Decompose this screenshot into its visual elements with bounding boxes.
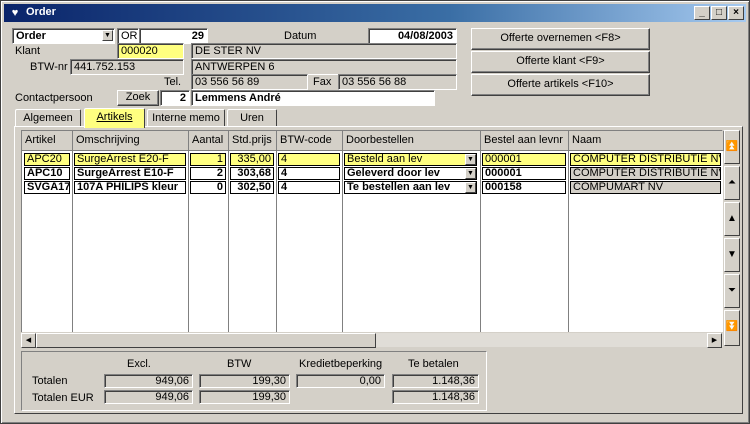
order-window: ♥ Order _ □ × Order ▼ OR 29 Datum 04/08/… xyxy=(0,0,750,424)
col-bestel-levnr[interactable]: Bestel aan levnr xyxy=(481,131,569,151)
row2-doorbestellen[interactable]: Geleverd door lev xyxy=(344,167,477,180)
row1-doorbestellen[interactable]: Besteld aan lev xyxy=(344,153,477,166)
tab-artikels[interactable]: Artikels xyxy=(84,108,145,128)
offerte-overnemen-button[interactable]: Offerte overnemen <F8> xyxy=(471,28,650,50)
row2-aantal[interactable]: 2 xyxy=(190,167,226,180)
minimize-button[interactable]: _ xyxy=(694,6,710,20)
totalen-eur-tebetalen: 1.148,36 xyxy=(392,390,479,404)
maximize-button[interactable]: □ xyxy=(711,6,727,20)
zoek-button[interactable]: Zoek xyxy=(117,90,159,106)
row2-levnr[interactable]: 000001 xyxy=(482,167,566,180)
horizontal-scrollbar[interactable]: ◀ ▶ xyxy=(21,332,723,348)
artikels-table: Artikel Omschrijving Aantal Std.prijs BT… xyxy=(21,130,724,347)
page-down-icon[interactable]: ⏷ xyxy=(724,274,740,308)
row3-aantal[interactable]: 0 xyxy=(190,181,226,194)
row2-omschrijving[interactable]: SurgeArrest E10-F xyxy=(74,167,186,180)
row3-levnr[interactable]: 000158 xyxy=(482,181,566,194)
totalen-eur-btw: 199,30 xyxy=(199,390,290,404)
col-aantal[interactable]: Aantal xyxy=(189,131,229,151)
klant-city-field: ANTWERPEN 6 xyxy=(191,59,457,75)
fax-field: 03 556 56 88 xyxy=(338,74,457,90)
tab-algemeen[interactable]: Algemeen xyxy=(15,109,81,127)
totals-header-krediet: Kredietbeperking xyxy=(299,358,383,370)
offerte-artikels-button[interactable]: Offerte artikels <F10> xyxy=(471,74,650,96)
row1-prijs[interactable]: 335,00 xyxy=(230,153,274,166)
col-omschrijving[interactable]: Omschrijving xyxy=(73,131,189,151)
doc-prefix-field[interactable]: OR xyxy=(117,28,139,44)
row3-artikel[interactable]: SVGA17 xyxy=(24,181,70,194)
col-stdprijs[interactable]: Std.prijs xyxy=(229,131,277,151)
klant-name-field: DE STER NV xyxy=(191,43,457,59)
row3-dropdown-icon[interactable]: ▼ xyxy=(465,182,476,193)
datum-field[interactable]: 04/08/2003 xyxy=(368,28,457,44)
row2-dropdown-icon[interactable]: ▼ xyxy=(465,168,476,179)
row1-dropdown-icon[interactable]: ▼ xyxy=(465,154,476,165)
col-artikel[interactable]: Artikel xyxy=(22,131,73,151)
record-up-icon[interactable]: ▲ xyxy=(724,202,740,236)
btw-label: BTW-nr xyxy=(30,61,68,73)
totals-panel: Excl. BTW Kredietbeperking Te betalen To… xyxy=(21,351,487,411)
scroll-left-icon[interactable]: ◀ xyxy=(21,333,36,348)
col-btwcode[interactable]: BTW-code xyxy=(277,131,343,151)
window-title: Order xyxy=(26,6,56,18)
totals-header-excl: Excl. xyxy=(127,358,151,370)
tel-field: 03 556 56 89 xyxy=(191,74,308,90)
title-bar[interactable]: ♥ Order _ □ × xyxy=(4,4,746,22)
btw-field: 441.752.153 xyxy=(70,59,184,75)
totals-header-btw: BTW xyxy=(227,358,252,370)
totalen-btw: 199,30 xyxy=(199,374,290,388)
close-button[interactable]: × xyxy=(728,6,744,20)
fax-label: Fax xyxy=(313,76,332,88)
doc-number-field[interactable]: 29 xyxy=(139,28,208,44)
last-record-icon[interactable]: ⏬ xyxy=(724,310,740,346)
totalen-label: Totalen xyxy=(32,375,68,387)
scroll-right-icon[interactable]: ▶ xyxy=(707,333,722,348)
row3-naam: COMPUMART NV xyxy=(570,181,721,194)
tab-artikels-label: Artikels xyxy=(96,111,133,123)
totalen-krediet: 0,00 xyxy=(296,374,385,388)
scroll-thumb[interactable] xyxy=(36,333,376,348)
tab-uren[interactable]: Uren xyxy=(227,109,277,127)
row1-omschrijving[interactable]: SurgeArrest E20-F xyxy=(74,153,186,166)
row1-levnr[interactable]: 000001 xyxy=(482,153,566,166)
col-naam[interactable]: Naam xyxy=(569,131,724,151)
tab-interne-memo[interactable]: Interne memo xyxy=(147,109,225,127)
datum-label: Datum xyxy=(284,30,317,42)
row1-naam: COMPUTER DISTRIBUTIE NV xyxy=(570,153,721,166)
totalen-excl: 949,06 xyxy=(104,374,193,388)
page-up-icon[interactable]: ⏶ xyxy=(724,166,740,200)
row3-btw[interactable]: 4 xyxy=(278,181,340,194)
row2-btw[interactable]: 4 xyxy=(278,167,340,180)
row3-doorbestellen[interactable]: Te bestellen aan lev xyxy=(344,181,477,194)
record-down-icon[interactable]: ▼ xyxy=(724,238,740,272)
row3-prijs[interactable]: 302,50 xyxy=(230,181,274,194)
totals-header-tebetalen: Te betalen xyxy=(408,358,459,370)
klant-code-field[interactable]: 000020 xyxy=(117,43,184,59)
contact-label: Contactpersoon xyxy=(15,92,93,104)
doc-type-value: Order xyxy=(16,30,46,42)
col-doorbestellen[interactable]: Doorbestellen xyxy=(343,131,481,151)
totalen-eur-label: Totalen EUR xyxy=(32,392,94,404)
doc-type-dropdown-icon[interactable]: ▼ xyxy=(102,30,113,41)
offerte-klant-button[interactable]: Offerte klant <F9> xyxy=(471,51,650,73)
contact-name-field[interactable]: Lemmens André xyxy=(191,90,435,106)
row2-prijs[interactable]: 303,68 xyxy=(230,167,274,180)
first-record-icon[interactable]: ⏫ xyxy=(724,130,740,164)
row1-btw[interactable]: 4 xyxy=(278,153,340,166)
klant-label: Klant xyxy=(15,45,41,57)
app-icon: ♥ xyxy=(11,7,19,19)
doc-type-select[interactable]: Order xyxy=(12,28,115,44)
row1-aantal[interactable]: 1 xyxy=(190,153,226,166)
row2-naam: COMPUTER DISTRIBUTIE NV xyxy=(570,167,721,180)
totalen-tebetalen: 1.148,36 xyxy=(392,374,479,388)
tel-label: Tel. xyxy=(164,76,182,88)
totalen-eur-excl: 949,06 xyxy=(104,390,193,404)
contact-nr-field[interactable]: 2 xyxy=(160,90,190,106)
row3-omschrijving[interactable]: 107A PHILIPS kleur xyxy=(74,181,186,194)
row2-artikel[interactable]: APC10 xyxy=(24,167,70,180)
row1-artikel[interactable]: APC20 xyxy=(24,153,70,166)
